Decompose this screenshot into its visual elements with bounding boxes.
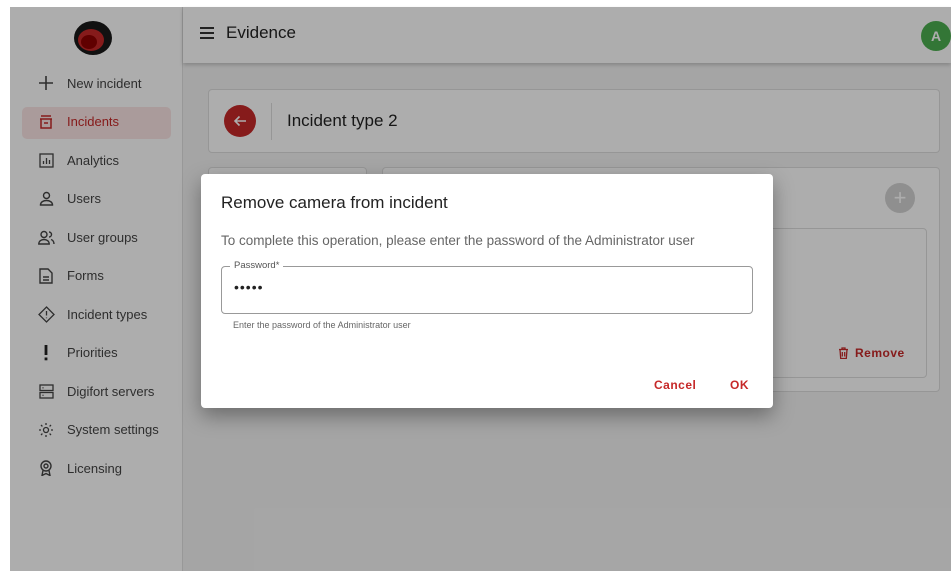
- password-hint: Enter the password of the Administrator …: [233, 320, 411, 330]
- ok-button[interactable]: OK: [730, 378, 749, 392]
- password-input[interactable]: [234, 279, 734, 295]
- dialog-message: To complete this operation, please enter…: [221, 233, 695, 248]
- password-label: Password*: [230, 260, 284, 271]
- remove-camera-dialog: Remove camera from incident To complete …: [201, 174, 773, 408]
- dialog-title: Remove camera from incident: [221, 193, 448, 212]
- password-field[interactable]: Password*: [221, 260, 753, 314]
- cancel-button[interactable]: Cancel: [654, 378, 696, 392]
